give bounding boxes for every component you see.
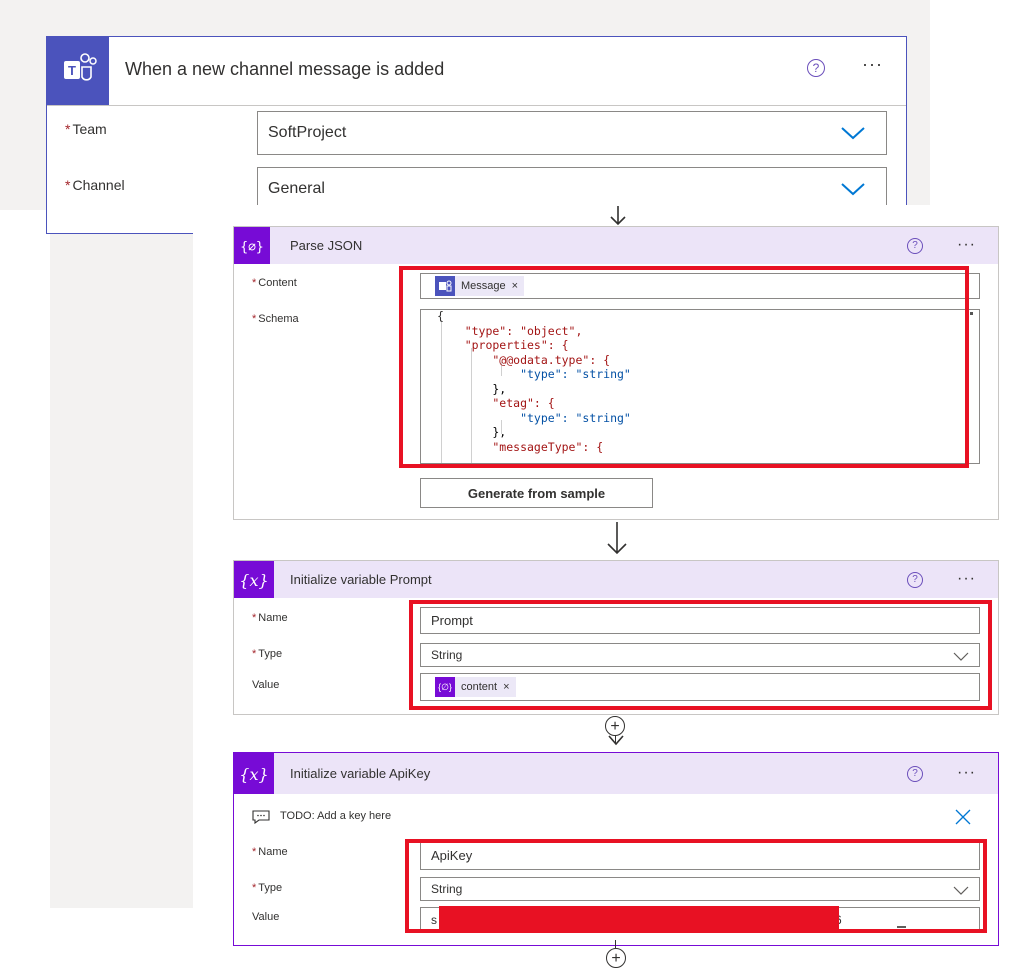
type-value: String (431, 882, 463, 896)
type-value: String (431, 648, 463, 662)
schema-code: { "type": "object", "properties": { "@@o… (437, 309, 631, 454)
code-line: "messageType": { (437, 439, 604, 454)
content-token-label: content (461, 681, 498, 693)
type-label: * Type (252, 882, 283, 894)
code-line: "@@odata.type": { (437, 352, 611, 367)
type-dropdown[interactable]: String (420, 643, 980, 667)
schema-label: * Schema (252, 313, 299, 325)
add-step-icon[interactable]: + (606, 948, 626, 968)
init-prompt-title: Initialize variable Prompt (290, 572, 432, 587)
comment-text: TODO: Add a key here (280, 810, 392, 822)
svg-text:{𝑥}: {𝑥} (239, 765, 268, 784)
init-prompt-header[interactable]: {𝑥} Initialize variable Prompt ? ··· (234, 561, 998, 598)
variable-icon: {𝑥} (234, 561, 274, 598)
value-label: Value (252, 679, 280, 691)
parse-json-icon: {∅} (234, 227, 270, 264)
name-label: * Name (252, 612, 288, 624)
name-input[interactable]: ApiKey (420, 841, 980, 870)
parse-json-icon: {∅} (435, 677, 455, 697)
down-arrow-icon (608, 735, 624, 746)
trigger-title: When a new channel message is added (125, 59, 445, 79)
value-label: Value (252, 911, 280, 923)
trigger-card-header[interactable]: T When a new channel message is added ? … (47, 37, 906, 106)
type-dropdown[interactable]: String (420, 877, 980, 901)
content-input[interactable]: Message × (420, 273, 980, 299)
content-label: * Content (252, 277, 297, 289)
help-icon[interactable]: ? (907, 766, 923, 782)
connector-line (615, 940, 616, 948)
text-cursor (897, 926, 906, 928)
down-arrow-icon (610, 206, 626, 226)
help-icon[interactable]: ? (907, 572, 923, 588)
remove-token-icon[interactable]: × (503, 681, 509, 693)
chevron-down-icon (953, 886, 969, 895)
name-value: ApiKey (431, 848, 473, 863)
channel-label: * Channel (65, 177, 125, 193)
more-options-icon[interactable]: ··· (957, 571, 976, 587)
name-input[interactable]: Prompt (420, 607, 980, 634)
remove-token-icon[interactable]: × (512, 280, 518, 292)
value-input[interactable]: s 6 (420, 906, 980, 933)
svg-text:{∅}: {∅} (240, 240, 263, 255)
schema-code-editor[interactable]: { "type": "object", "properties": { "@@o… (420, 309, 980, 464)
code-line: }, (437, 425, 507, 439)
more-options-icon[interactable]: ··· (957, 765, 976, 781)
init-prompt-card: {𝑥} Initialize variable Prompt ? ··· * Na… (233, 560, 999, 715)
team-dropdown[interactable]: SoftProject (257, 111, 887, 155)
svg-text:T: T (68, 63, 76, 78)
add-step-icon[interactable]: + (605, 716, 625, 736)
parse-json-card: {∅} Parse JSON ? ··· * Content Message × … (233, 226, 999, 520)
help-icon[interactable]: ? (807, 59, 825, 77)
code-line: "properties": { (437, 338, 569, 352)
code-line: "type": "string" (437, 410, 631, 425)
value-input[interactable]: {∅} content × (420, 673, 980, 701)
init-apikey-card: {𝑥} Initialize variable ApiKey ? ··· TOD… (233, 752, 999, 946)
more-options-icon[interactable]: ··· (862, 55, 883, 73)
message-token-label: Message (461, 280, 506, 292)
chevron-down-icon (841, 127, 865, 140)
team-value: SoftProject (268, 124, 347, 141)
redacted-value (439, 906, 839, 930)
channel-value: General (268, 180, 325, 197)
content-token[interactable]: {∅} content × (435, 677, 516, 697)
variable-icon: {𝑥} (234, 753, 274, 794)
parse-json-title: Parse JSON (290, 238, 363, 253)
chevron-down-icon (841, 183, 865, 196)
close-icon[interactable] (954, 808, 972, 826)
comment-bar: TODO: Add a key here (242, 802, 994, 832)
message-token[interactable]: Message × (435, 276, 525, 296)
comment-icon (252, 810, 270, 824)
name-value: Prompt (431, 613, 473, 628)
type-label: * Type (252, 648, 283, 660)
scrollbar-thumb[interactable] (970, 312, 973, 315)
code-line: "etag": { (437, 396, 555, 410)
code-line: "type": "object", (437, 323, 583, 338)
svg-text:{𝑥}: {𝑥} (239, 571, 268, 590)
teams-icon (435, 276, 455, 296)
parse-json-header[interactable]: {∅} Parse JSON ? ··· (234, 227, 998, 264)
teams-icon: T (47, 37, 109, 105)
init-apikey-title: Initialize variable ApiKey (290, 766, 431, 781)
code-line: "type": "string" (437, 367, 631, 381)
help-icon[interactable]: ? (907, 238, 923, 254)
team-label: * Team (65, 121, 107, 137)
generate-from-sample-button[interactable]: Generate from sample (420, 478, 653, 508)
more-options-icon[interactable]: ··· (957, 237, 976, 253)
down-arrow-icon (607, 522, 627, 555)
value-prefix: s (431, 913, 437, 927)
init-apikey-header[interactable]: {𝑥} Initialize variable ApiKey ? ··· (234, 753, 998, 794)
code-line: }, (437, 381, 507, 396)
name-label: * Name (252, 846, 288, 858)
code-line: { (437, 309, 444, 323)
chevron-down-icon (953, 652, 969, 661)
